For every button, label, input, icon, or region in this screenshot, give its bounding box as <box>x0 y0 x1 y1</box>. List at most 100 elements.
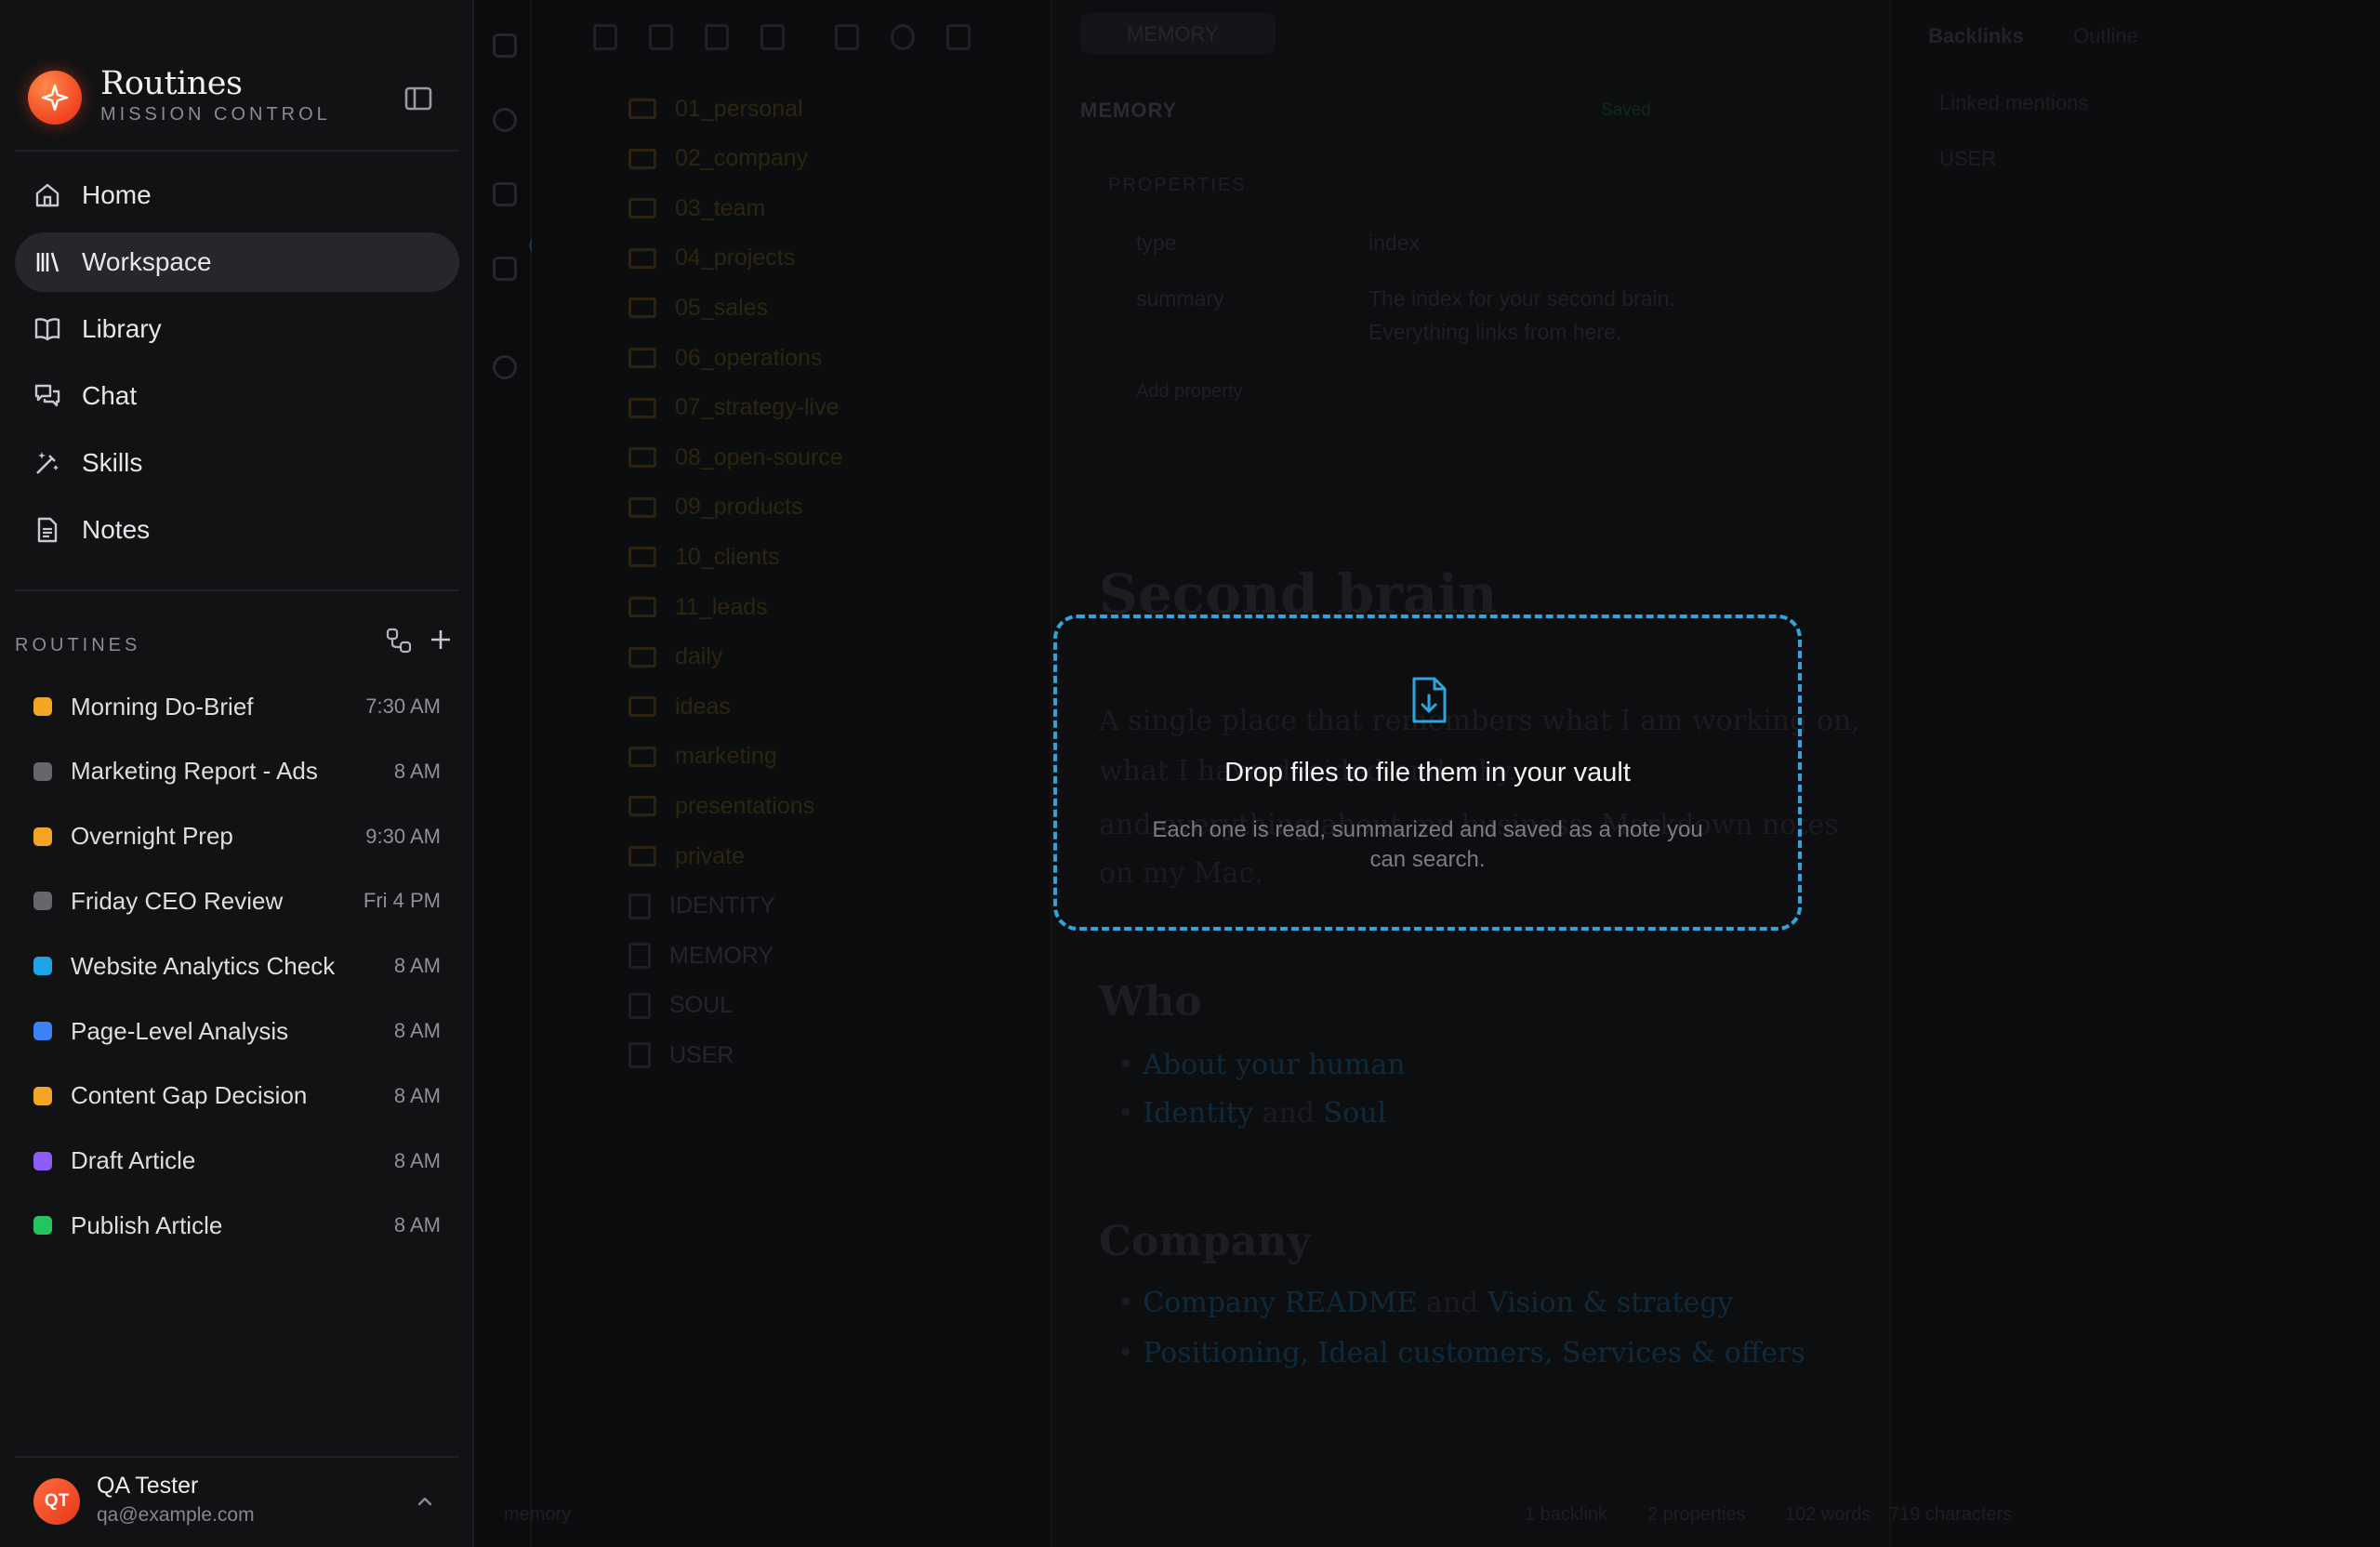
nav-label: Skills <box>82 448 143 477</box>
user-menu[interactable]: QT QA Tester qa@example.com <box>15 1460 459 1543</box>
tree-label: SOUL <box>669 992 734 1019</box>
new-file-icon <box>593 24 617 50</box>
nav-item-notes[interactable]: Notes <box>15 500 459 560</box>
folder-item: 02_company <box>628 145 808 173</box>
folder-icon <box>628 597 656 617</box>
folder-icon <box>628 696 656 718</box>
status-dot <box>33 1022 52 1040</box>
doc-tab: MEMORY <box>1080 13 1276 54</box>
routine-item[interactable]: Page-Level Analysis 8 AM <box>15 1005 459 1057</box>
folder-icon <box>628 796 656 817</box>
nav-item-library[interactable]: Library <box>15 299 459 359</box>
tree-label: daily <box>675 643 723 670</box>
link-routines-icon[interactable] <box>385 627 413 654</box>
nav-label: Notes <box>82 515 151 544</box>
routine-name: Publish Article <box>71 1210 223 1239</box>
prop-value: Everything links from here. <box>1368 320 1622 344</box>
prop-value: index <box>1368 231 1420 255</box>
status-dot <box>33 1086 52 1105</box>
prop-key: type <box>1136 231 1177 255</box>
divider <box>15 1456 459 1458</box>
routine-time: 8 AM <box>393 759 441 783</box>
folder-item: 03_team <box>628 194 765 222</box>
routine-time: 8 AM <box>393 1019 441 1042</box>
user-email: qa@example.com <box>97 1504 255 1526</box>
status-dot <box>33 697 52 716</box>
nav-label: Chat <box>82 381 138 410</box>
folder-item: private <box>628 842 745 870</box>
folder-item: 10_clients <box>628 543 780 571</box>
divider <box>15 589 459 591</box>
avatar: QT <box>33 1478 80 1525</box>
doc-list-item: • Company README and Vision & strategy <box>1117 1287 1734 1319</box>
star-icon <box>493 182 517 206</box>
tree-label: 04_projects <box>675 245 796 271</box>
sidebar-toggle-icon[interactable] <box>402 82 435 115</box>
prop-key: summary <box>1136 286 1224 311</box>
folder-icon <box>628 348 656 368</box>
routine-time: 9:30 AM <box>365 824 441 848</box>
routine-item[interactable]: Website Analytics Check 8 AM <box>15 940 459 992</box>
file-download-icon <box>1408 676 1449 724</box>
folder-icon <box>628 298 656 319</box>
nav-label: Library <box>82 314 162 343</box>
tree-label: marketing <box>675 743 777 770</box>
status-dot <box>33 1216 52 1236</box>
chat-icon <box>32 380 63 412</box>
routine-item[interactable]: Marketing Report - Ads 8 AM <box>15 746 459 798</box>
tree-label: 07_strategy-live <box>675 394 840 421</box>
tree-label: 05_sales <box>675 294 769 321</box>
routine-item[interactable]: Morning Do-Brief 7:30 AM <box>15 681 459 733</box>
nav-item-skills[interactable]: Skills <box>15 433 459 493</box>
add-routine-icon[interactable] <box>426 625 456 654</box>
folder-icon <box>628 846 656 866</box>
wand-icon <box>32 447 63 479</box>
tree-label: MEMORY <box>669 942 774 969</box>
folder-icon <box>628 646 656 668</box>
refresh-icon <box>835 24 859 50</box>
file-item: SOUL <box>628 992 733 1020</box>
routine-item[interactable]: Overnight Prep 9:30 AM <box>15 811 459 863</box>
target-icon <box>891 24 915 50</box>
status-dot <box>33 826 52 846</box>
document-icon <box>32 514 63 546</box>
file-icon <box>628 943 651 970</box>
routine-time: Fri 4 PM <box>363 889 441 913</box>
user-name: QA Tester <box>97 1473 199 1499</box>
new-folder-icon <box>649 24 673 50</box>
file-drop-zone[interactable]: Drop files to file them in your vault Ea… <box>1053 615 1802 931</box>
tree-label: ideas <box>675 693 731 720</box>
app-subtitle: MISSION CONTROL <box>100 104 331 125</box>
folder-item: 09_products <box>628 494 803 522</box>
routine-item[interactable]: Draft Article 8 AM <box>15 1135 459 1187</box>
routine-time: 8 AM <box>393 1083 441 1107</box>
routine-item[interactable]: Content Gap Decision 8 AM <box>15 1070 459 1122</box>
search-icon <box>493 108 517 132</box>
file-item: IDENTITY <box>628 892 775 920</box>
routine-time: 8 AM <box>393 1213 441 1237</box>
nav-item-chat[interactable]: Chat <box>15 366 459 426</box>
file-icon <box>628 992 651 1019</box>
routine-item[interactable]: Publish Article 8 AM <box>15 1199 459 1251</box>
more-icon <box>1002 24 1026 50</box>
nav-item-workspace[interactable]: Workspace <box>15 232 459 292</box>
note-icon <box>705 24 729 50</box>
folder-icon <box>628 99 656 119</box>
routines-header: ROUTINES <box>15 635 141 655</box>
tree-label: 11_leads <box>675 593 768 620</box>
tree-label: IDENTITY <box>669 892 775 919</box>
routine-item[interactable]: Friday CEO Review Fri 4 PM <box>15 875 459 927</box>
folder-item: marketing <box>628 743 777 771</box>
routine-time: 8 AM <box>393 954 441 978</box>
tree-label: 06_operations <box>675 344 823 371</box>
file-item: USER <box>628 1041 734 1069</box>
prop-value: The index for your second brain. <box>1368 286 1675 311</box>
doc-heading-who: Who <box>1099 978 1202 1025</box>
sidebar: Routines MISSION CONTROL Home Workspace … <box>0 0 474 1547</box>
folder-icon <box>628 247 656 269</box>
routine-name: Draft Article <box>71 1146 196 1175</box>
nav-label: Home <box>82 180 152 209</box>
folder-icon <box>628 397 656 418</box>
nav-item-home[interactable]: Home <box>15 165 459 225</box>
tree-label: 02_company <box>675 145 809 172</box>
